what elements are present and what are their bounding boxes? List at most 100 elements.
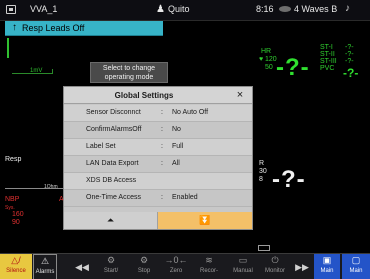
resp-label: Resp bbox=[5, 156, 22, 163]
start-button[interactable]: ⚙ Start/ bbox=[96, 254, 126, 279]
nbp-alarm-high: 160 bbox=[12, 211, 24, 218]
stop-label: Stop bbox=[137, 268, 151, 274]
st-values[interactable]: -?- -?- -?- bbox=[345, 44, 354, 65]
silence-label: Silence bbox=[6, 268, 26, 274]
hr-value[interactable]: -?- bbox=[276, 54, 310, 82]
setting-separator: : bbox=[161, 126, 163, 133]
monitor-icon bbox=[6, 5, 16, 14]
start-icon: ⚙ bbox=[106, 255, 116, 265]
dialog-title: Global Settings bbox=[114, 91, 174, 100]
setting-label: XDS DB Access bbox=[86, 177, 137, 184]
waves-icon bbox=[279, 6, 291, 12]
st-label: ST-I bbox=[320, 44, 333, 51]
st-value: -?- bbox=[345, 58, 354, 65]
setting-value: No bbox=[172, 126, 181, 133]
silence-icon: △/ bbox=[11, 255, 21, 265]
previous-page-button[interactable]: ◀◀ bbox=[72, 254, 92, 279]
main-screen-button[interactable]: ▣ Main bbox=[314, 254, 340, 279]
zero-button[interactable]: →0← Zero bbox=[162, 254, 190, 279]
next-page-button[interactable]: ▶▶ bbox=[292, 254, 312, 279]
rr-value[interactable]: -?- bbox=[272, 166, 306, 194]
hr-label: HR bbox=[261, 48, 272, 55]
nbp-alarm-low: 90 bbox=[12, 219, 20, 226]
scroll-down-button[interactable]: ⏬ bbox=[158, 212, 252, 229]
stop-button[interactable]: ⚙ Stop bbox=[130, 254, 158, 279]
heart-icon: ♥ bbox=[259, 56, 264, 63]
settings-list: Sensor Disconnct : No Auto Off ConfirmAl… bbox=[64, 105, 252, 207]
main-screen-icon: ▣ bbox=[322, 255, 332, 265]
setting-value: Enabled bbox=[172, 194, 198, 201]
monitor-button[interactable]: ⏻ Monitor bbox=[260, 254, 290, 279]
clock-time: 8:16 bbox=[256, 4, 274, 14]
waves-label[interactable]: 4 Waves B bbox=[294, 4, 337, 14]
manual-label: Manual bbox=[233, 268, 253, 274]
record-icon: ≋ bbox=[205, 255, 213, 265]
bed-label[interactable]: VVA_1 bbox=[30, 4, 57, 14]
scroll-up-button[interactable]: ⏶ bbox=[64, 212, 158, 229]
setting-row-one-time-access[interactable]: One-Time Access : Enabled bbox=[64, 190, 252, 207]
alarms-label: Alarms bbox=[35, 269, 55, 275]
main-menu-icon: ▢ bbox=[351, 255, 361, 265]
record-label: Recor- bbox=[199, 268, 218, 274]
setting-row-xds-db-access[interactable]: XDS DB Access bbox=[64, 173, 252, 190]
zero-label: Zero bbox=[169, 268, 183, 274]
setting-label: Sensor Disconnct bbox=[86, 109, 141, 116]
power-icon: ⏻ bbox=[271, 255, 279, 265]
patient-name[interactable]: Quito bbox=[168, 4, 190, 14]
silence-button[interactable]: △/ Silence bbox=[0, 254, 32, 279]
double-left-icon: ◀◀ bbox=[75, 262, 89, 272]
st-label: ST-II bbox=[320, 51, 335, 58]
ecg-scale: 1mV bbox=[30, 68, 43, 74]
st-value: -?- bbox=[345, 51, 354, 58]
dialog-title-bar: Global Settings × bbox=[64, 87, 252, 104]
mode-line-1: Select to change bbox=[102, 65, 156, 72]
setting-row-sensor-disconnect[interactable]: Sensor Disconnct : No Auto Off bbox=[64, 105, 252, 122]
keyboard-icon[interactable] bbox=[258, 245, 270, 251]
setting-value: All bbox=[172, 160, 180, 167]
setting-separator: : bbox=[161, 194, 163, 201]
dialog-navigation: ⏶ ⏬ bbox=[64, 212, 252, 229]
bottom-toolbar: △/ Silence ⚠ Alarms ◀◀ ⚙ Start/ ⚙ Stop →… bbox=[0, 253, 370, 279]
alarm-icon: ⚠ bbox=[40, 256, 50, 266]
setting-value: Full bbox=[172, 143, 184, 150]
rr-alarm-low: 8 bbox=[259, 176, 263, 183]
st-labels: ST-I ST-II ST-III PVC bbox=[320, 44, 337, 72]
arrow-up-icon: ↑ bbox=[12, 22, 17, 33]
hr-alarm-low: 50 bbox=[265, 64, 273, 71]
ecg-wave-marker bbox=[7, 38, 9, 58]
setting-label: Label Set bbox=[86, 143, 116, 150]
setting-row-label-set[interactable]: Label Set : Full bbox=[64, 139, 252, 156]
manual-icon: ▭ bbox=[238, 255, 248, 265]
manual-button[interactable]: ▭ Manual bbox=[228, 254, 258, 279]
setting-label: ConfirmAlarmsOff bbox=[86, 126, 142, 133]
main-screen-label: Main bbox=[320, 268, 334, 274]
setting-row-lan-data-export[interactable]: LAN Data Export : All bbox=[64, 156, 252, 173]
main-menu-button[interactable]: ▢ Main bbox=[342, 254, 370, 279]
setting-separator: : bbox=[161, 160, 163, 167]
start-label: Start/ bbox=[103, 268, 119, 274]
setting-separator: : bbox=[161, 143, 163, 150]
nbp-label: NBP bbox=[5, 196, 20, 203]
monitor-label: Monitor bbox=[264, 268, 285, 274]
resp-scale: 1Ohm bbox=[44, 184, 58, 190]
global-settings-dialog: Global Settings × Sensor Disconnct : No … bbox=[63, 86, 253, 230]
alarm-text: Resp Leads Off bbox=[22, 23, 85, 33]
setting-separator: : bbox=[161, 109, 163, 116]
mode-select-box[interactable]: Select to change operating mode bbox=[90, 62, 168, 83]
double-right-icon: ▶▶ bbox=[295, 262, 309, 272]
alarm-banner[interactable]: ↑ Resp Leads Off bbox=[5, 21, 163, 36]
main-menu-label: Main bbox=[349, 268, 363, 274]
mode-line-2: operating mode bbox=[104, 74, 154, 81]
rr-alarm-high: 30 bbox=[259, 168, 267, 175]
record-button[interactable]: ≋ Recor- bbox=[194, 254, 224, 279]
setting-value: No Auto Off bbox=[172, 109, 209, 116]
alarm-off-icon: ♪ bbox=[345, 3, 350, 14]
setting-row-confirm-alarms-off[interactable]: ConfirmAlarmsOff : No bbox=[64, 122, 252, 139]
ecg-calibration bbox=[52, 69, 53, 74]
hr-alarm-high: 120 bbox=[265, 56, 277, 63]
setting-label: One-Time Access bbox=[86, 194, 141, 201]
close-icon[interactable]: × bbox=[232, 88, 248, 102]
status-bar: VVA_1 ♟ Quito 8:16 4 Waves B ♪ bbox=[0, 0, 370, 21]
alarms-button[interactable]: ⚠ Alarms bbox=[33, 254, 57, 279]
st-label: ST-III bbox=[320, 58, 337, 65]
